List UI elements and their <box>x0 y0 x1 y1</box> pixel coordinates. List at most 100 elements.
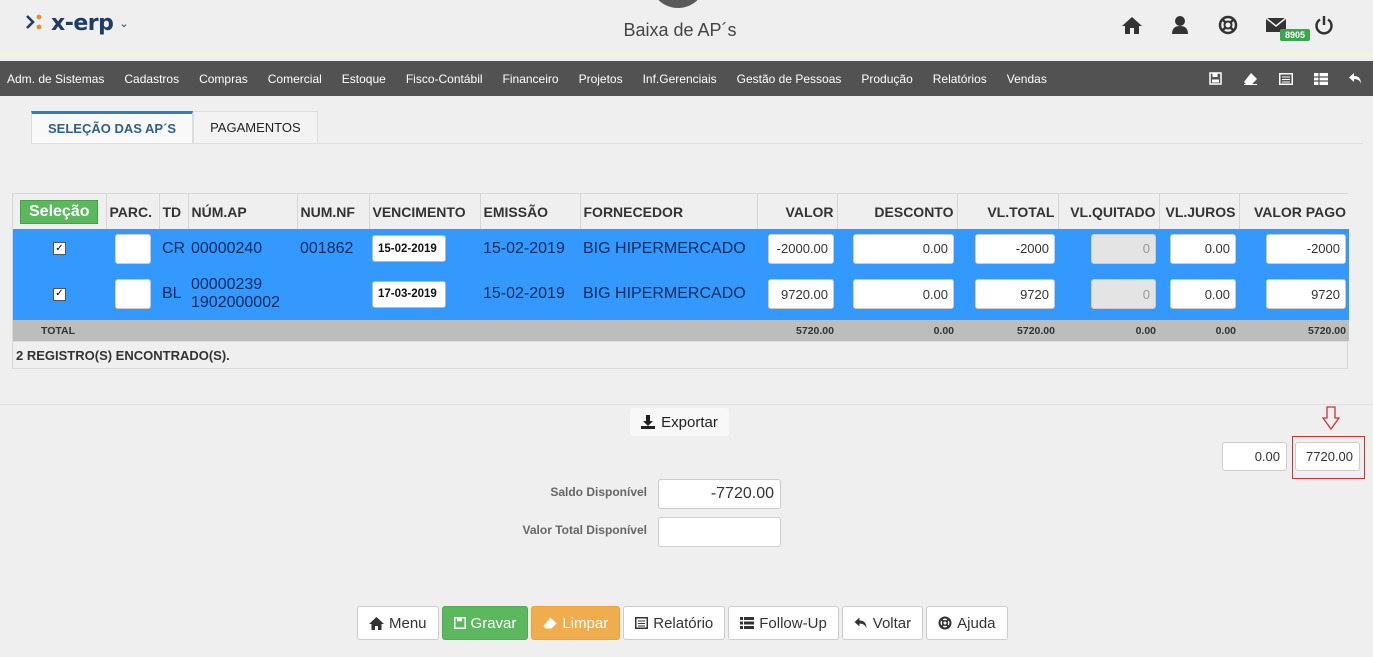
col-num-nf[interactable]: NUM.NF <box>297 194 370 229</box>
total-vl-quitado: 0.00 <box>1058 320 1159 341</box>
menu-item-projetos[interactable]: Projetos <box>569 72 633 86</box>
chevron-down-icon[interactable]: ⌄ <box>119 17 128 30</box>
col-vl-total[interactable]: VL.TOTAL <box>957 194 1059 229</box>
highlight-frame <box>1292 436 1365 479</box>
col-vl-juros[interactable]: VL.JUROS <box>1159 194 1240 229</box>
back-button[interactable]: Voltar <box>841 606 924 640</box>
menu-item-financeiro[interactable]: Financeiro <box>493 72 569 86</box>
valor-total-field[interactable] <box>658 517 781 547</box>
summary-left-field[interactable]: 0.00 <box>1222 442 1287 471</box>
menu-item-adm[interactable]: Adm. de Sistemas <box>0 72 114 86</box>
support-icon <box>938 616 952 630</box>
menu-item-fisco[interactable]: Fisco-Contábil <box>396 72 493 86</box>
menu-item-relatorios[interactable]: Relatórios <box>923 72 997 86</box>
vencimento-input[interactable]: 17-03-2019 <box>372 280 446 308</box>
emissao-cell: 15-02-2019 <box>480 229 580 268</box>
help-button[interactable]: Ajuda <box>926 606 1008 640</box>
col-valor-pago[interactable]: VALOR PAGO <box>1239 194 1349 229</box>
saldo-label: Saldo Disponível <box>550 485 647 499</box>
save-icon <box>453 617 466 629</box>
ap-table: Seleção PARC. TD NÚM.AP NUM.NF VENCIMENT… <box>12 193 1349 369</box>
col-num-ap[interactable]: NÚM.AP <box>188 194 298 229</box>
parcela-input[interactable] <box>114 233 151 264</box>
total-desconto: 0.00 <box>837 320 957 341</box>
total-valor: 5720.00 <box>757 320 837 341</box>
fornecedor-cell: BIG HIPERMERCADO <box>580 268 757 320</box>
col-desconto[interactable]: DESCONTO <box>837 194 958 229</box>
desconto-input[interactable]: 0.00 <box>853 233 954 264</box>
back-icon <box>854 617 867 629</box>
table-row[interactable]: ✓ CR 00000240 001862 15-02-2019 15-02-20… <box>13 229 1349 268</box>
export-button[interactable]: Exportar <box>630 408 729 436</box>
report-button[interactable]: Relatório <box>623 606 726 640</box>
valor-pago-input[interactable]: 9720 <box>1266 279 1346 309</box>
back-button-label: Voltar <box>872 614 912 632</box>
desconto-input[interactable]: 0.00 <box>853 279 954 309</box>
menu-button-label: Menu <box>389 614 427 632</box>
back-icon[interactable] <box>1338 61 1373 96</box>
eraser-icon[interactable] <box>1233 61 1268 96</box>
row-checkbox[interactable]: ✓ <box>53 242 66 255</box>
col-emissao[interactable]: EMISSÃO <box>480 194 581 229</box>
report-icon[interactable] <box>1268 61 1303 96</box>
td-cell: CR <box>159 229 188 268</box>
save-button[interactable]: Gravar <box>441 606 529 640</box>
valor-pago-input[interactable]: -2000 <box>1266 233 1346 264</box>
saldo-field[interactable]: -7720.00 <box>658 479 781 509</box>
menu-item-inf-gerenciais[interactable]: Inf.Gerenciais <box>633 72 727 86</box>
report-icon <box>635 617 649 629</box>
menu-item-comercial[interactable]: Comercial <box>258 72 332 86</box>
parcela-input[interactable] <box>114 279 151 309</box>
vl-total-input[interactable]: -2000 <box>975 233 1055 264</box>
menu-item-cadastros[interactable]: Cadastros <box>114 72 189 86</box>
collapse-header-toggle[interactable]: ⌄ <box>650 0 706 8</box>
vl-juros-input[interactable]: 0.00 <box>1170 279 1236 309</box>
total-vl-juros: 0.00 <box>1159 320 1239 341</box>
col-valor[interactable]: VALOR <box>757 194 838 229</box>
vl-quitado-input: 0 <box>1091 233 1156 264</box>
col-td[interactable]: TD <box>159 194 189 229</box>
follow-up-button[interactable]: Follow-Up <box>728 606 839 640</box>
home-icon[interactable] <box>1108 12 1156 38</box>
support-icon[interactable] <box>1204 12 1252 38</box>
td-cell: BL <box>159 268 188 320</box>
clear-button-label: Limpar <box>562 614 609 632</box>
col-fornecedor[interactable]: FORNECEDOR <box>580 194 758 229</box>
selection-button[interactable]: Seleção <box>20 199 99 224</box>
menu-button[interactable]: Menu <box>357 606 439 640</box>
mail-icon[interactable]: 8905 <box>1252 12 1311 41</box>
total-vl-total: 5720.00 <box>957 320 1058 341</box>
menu-item-compras[interactable]: Compras <box>189 72 258 86</box>
eraser-icon <box>543 617 557 629</box>
menu-item-vendas[interactable]: Vendas <box>997 72 1057 86</box>
valor-total-label: Valor Total Disponível <box>522 523 647 537</box>
num-ap-cell: 00000240 <box>188 229 297 268</box>
vl-juros-input[interactable]: 0.00 <box>1170 233 1236 264</box>
help-button-label: Ajuda <box>957 614 996 632</box>
download-icon <box>641 415 656 429</box>
table-row[interactable]: ✓ BL 00000239 1902000002 17-03-2019 15-02… <box>13 268 1349 320</box>
vencimento-input[interactable]: 15-02-2019 <box>372 235 446 262</box>
menu-item-producao[interactable]: Produção <box>851 72 922 86</box>
brand-logo[interactable]: x-erp ⌄ <box>25 10 129 36</box>
table-icon[interactable] <box>1303 61 1338 96</box>
col-vencimento[interactable]: VENCIMENTO <box>369 194 481 229</box>
menu-item-gestao-pessoas[interactable]: Gestão de Pessoas <box>727 72 852 86</box>
valor-input[interactable]: -2000.00 <box>768 233 834 264</box>
col-vl-quitado[interactable]: VL.QUITADO <box>1058 194 1160 229</box>
records-count: 2 REGISTRO(S) ENCONTRADO(S). <box>13 341 1347 368</box>
total-label: TOTAL <box>13 320 757 341</box>
user-icon[interactable] <box>1156 12 1204 38</box>
valor-input[interactable]: 9720.00 <box>768 279 834 309</box>
row-checkbox[interactable]: ✓ <box>53 287 66 301</box>
tab-pagamentos[interactable]: PAGAMENTOS <box>193 111 318 143</box>
vl-total-input[interactable]: 9720 <box>975 279 1055 309</box>
report-button-label: Relatório <box>653 614 714 632</box>
menu-item-estoque[interactable]: Estoque <box>332 72 396 86</box>
power-icon[interactable] <box>1300 12 1348 38</box>
clear-button[interactable]: Limpar <box>531 606 621 640</box>
save-button-label: Gravar <box>470 614 517 632</box>
save-icon[interactable] <box>1198 61 1233 96</box>
tab-selecao[interactable]: SELEÇÃO DAS AP´S <box>31 111 194 143</box>
col-parc[interactable]: PARC. <box>106 194 160 229</box>
